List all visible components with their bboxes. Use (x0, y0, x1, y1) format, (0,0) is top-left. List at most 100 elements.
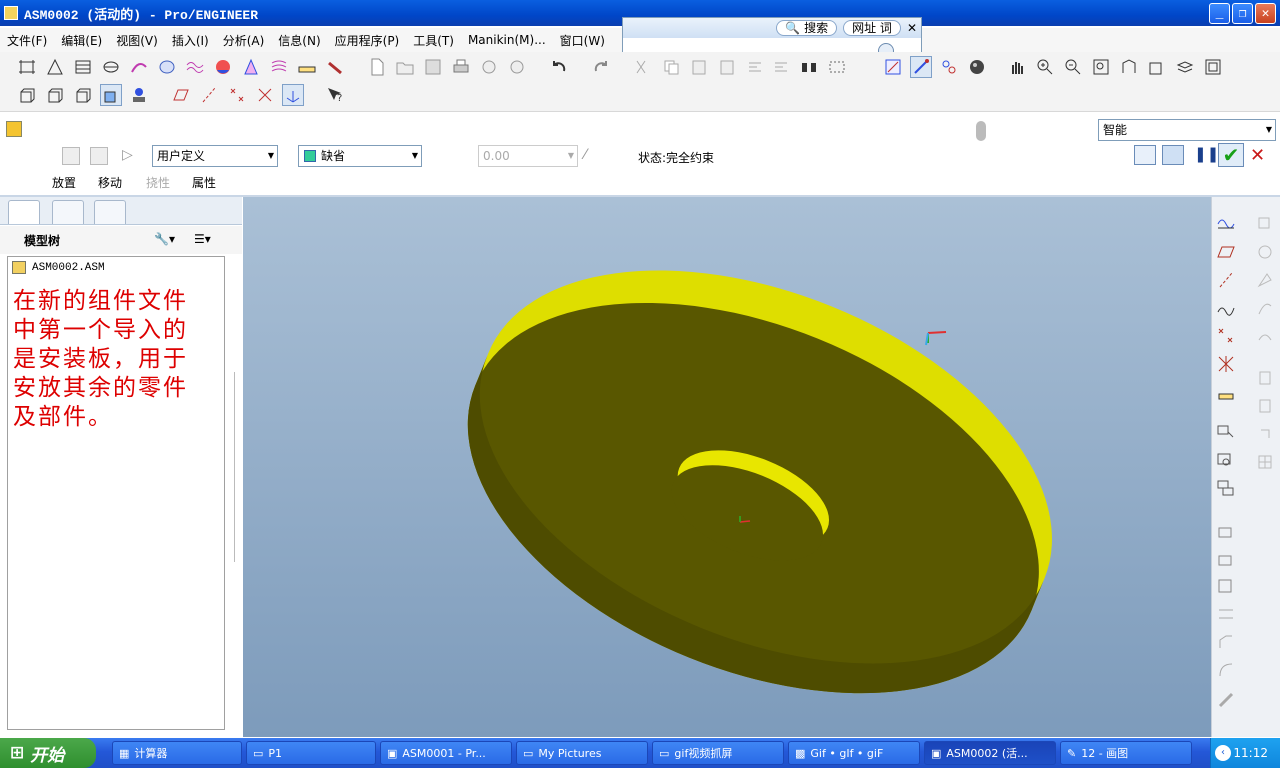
undo-icon[interactable] (548, 56, 570, 78)
wave-icon[interactable] (184, 56, 206, 78)
assemble-tool-icon[interactable] (1215, 421, 1237, 443)
wireframe-icon[interactable] (16, 84, 38, 106)
select-box-icon[interactable] (826, 56, 848, 78)
create-component-icon[interactable] (1215, 449, 1237, 471)
new-file-icon[interactable] (366, 56, 388, 78)
menu-insert[interactable]: 插入(I) (165, 32, 216, 49)
chamfer-tool-icon[interactable] (1215, 631, 1237, 653)
repeat-component-icon[interactable] (1215, 477, 1237, 499)
pan-hand-icon[interactable] (1006, 56, 1028, 78)
menu-window[interactable]: 窗口(W) (553, 32, 612, 49)
draft-analysis-icon[interactable] (240, 56, 262, 78)
tray-expand-icon[interactable]: ‹ (1215, 745, 1231, 761)
zoom-out-icon[interactable] (1062, 56, 1084, 78)
tree-item-root[interactable]: ASM0002.ASM (12, 261, 105, 274)
surface-analysis-icon[interactable] (156, 56, 178, 78)
pattern-tool-icon[interactable] (1215, 689, 1237, 711)
panel-sash[interactable] (234, 372, 240, 562)
copy-icon[interactable] (660, 56, 682, 78)
zoom-in-icon[interactable] (1034, 56, 1056, 78)
datum-plane-icon[interactable] (170, 84, 192, 106)
menu-edit[interactable]: 编辑(E) (54, 32, 109, 49)
minimize-button[interactable]: _ (1209, 3, 1230, 24)
help-context-icon[interactable]: ? (324, 84, 346, 106)
task-my-pictures[interactable]: ▭ My Pictures (516, 741, 648, 765)
open-folder-icon[interactable] (394, 56, 416, 78)
graphics-viewport[interactable] (243, 197, 1211, 737)
menu-info[interactable]: 信息(N) (271, 32, 327, 49)
constraint-edit-icon[interactable] (62, 147, 80, 165)
menu-file[interactable]: 文件(F) (0, 32, 54, 49)
analysis-tool-icon[interactable] (1215, 381, 1237, 403)
flag-icon[interactable]: ▷ (122, 147, 140, 165)
dimension-icon[interactable] (16, 56, 38, 78)
print-icon[interactable] (450, 56, 472, 78)
shaded-icon[interactable] (100, 84, 122, 106)
separate-window-button[interactable] (1134, 145, 1156, 165)
task-gif-capture[interactable]: ▭ gif视频抓屏 (652, 741, 784, 765)
datum-axis-icon[interactable] (198, 84, 220, 106)
plane-icon[interactable] (44, 56, 66, 78)
section-icon[interactable] (100, 56, 122, 78)
datum-display-icon[interactable] (882, 56, 904, 78)
cancel-button[interactable]: ✕ (1250, 145, 1270, 166)
sketch-tool-icon[interactable] (1215, 211, 1237, 233)
plane-tool-icon[interactable] (1215, 241, 1237, 263)
clock[interactable]: 11:12 (1233, 746, 1268, 760)
offset-input[interactable]: 0.00 ▼ (478, 145, 578, 167)
menu-tools[interactable]: 工具(T) (406, 32, 461, 49)
reorient-icon[interactable] (1118, 56, 1140, 78)
task-calculator[interactable]: ▦ 计算器 (112, 741, 242, 765)
view-manager-icon[interactable] (1202, 56, 1224, 78)
pin-icon[interactable] (976, 121, 986, 141)
task-p1[interactable]: ▭ P1 (246, 741, 376, 765)
model-player-icon[interactable] (128, 84, 150, 106)
constraint-type-select[interactable]: 用户定义 ▼ (152, 145, 278, 167)
search-pill-button[interactable]: 🔍 搜索 (776, 20, 838, 36)
revolve-cut-icon[interactable] (1215, 575, 1237, 597)
tab-move[interactable]: 移动 (98, 174, 122, 191)
cut-icon[interactable] (630, 56, 652, 78)
menu-view[interactable]: 视图(V) (109, 32, 165, 49)
url-pill-button[interactable]: 网址 词 (843, 20, 901, 36)
paste-icon[interactable] (688, 56, 710, 78)
pause-button[interactable]: ❚❚ (1194, 145, 1219, 165)
menu-manikin[interactable]: Manikin(M)... (461, 33, 553, 47)
model-tree-tab[interactable] (8, 200, 40, 224)
smart-select[interactable]: 智能 ▼ (1098, 119, 1276, 141)
start-button[interactable]: ⊞ 开始 (0, 738, 96, 768)
task-asm0001[interactable]: ▣ ASM0001 - Pr... (380, 741, 512, 765)
favorites-tab[interactable] (94, 200, 126, 224)
folder-browser-tab[interactable] (52, 200, 84, 224)
saved-views-icon[interactable] (1146, 56, 1168, 78)
curvature-color-icon[interactable] (212, 56, 234, 78)
save-icon[interactable] (422, 56, 444, 78)
axis-display-icon[interactable] (910, 56, 932, 78)
csys-tool-icon[interactable] (1215, 353, 1237, 375)
extrude-cut-icon[interactable] (1215, 547, 1237, 569)
cut-out-icon[interactable] (1215, 659, 1237, 681)
find-icon[interactable] (798, 56, 820, 78)
tab-placement[interactable]: 放置 (52, 174, 76, 191)
separate-window-icon[interactable] (90, 147, 108, 165)
point-display-icon[interactable] (938, 56, 960, 78)
menu-analysis[interactable]: 分析(A) (216, 32, 272, 49)
curve-tool-icon[interactable] (1215, 297, 1237, 319)
datum-point-icon[interactable] (226, 84, 248, 106)
pencil-icon[interactable] (324, 56, 346, 78)
paste-special-icon[interactable] (716, 56, 738, 78)
no-hidden-icon[interactable] (72, 84, 94, 106)
confirm-button[interactable]: ✔ (1218, 143, 1244, 167)
shading-icon[interactable] (966, 56, 988, 78)
layers-icon[interactable] (1174, 56, 1196, 78)
table-icon[interactable] (72, 56, 94, 78)
email-icon[interactable] (478, 56, 500, 78)
point-tool-icon[interactable] (1215, 325, 1237, 347)
measure-ruler-icon[interactable] (296, 56, 318, 78)
regenerate-icon[interactable] (744, 56, 766, 78)
default-select[interactable]: 缺省 ▼ (298, 145, 422, 167)
menu-applications[interactable]: 应用程序(P) (328, 32, 407, 49)
regen-manager-icon[interactable] (770, 56, 792, 78)
redo-icon[interactable] (590, 56, 612, 78)
email-attach-icon[interactable] (506, 56, 528, 78)
